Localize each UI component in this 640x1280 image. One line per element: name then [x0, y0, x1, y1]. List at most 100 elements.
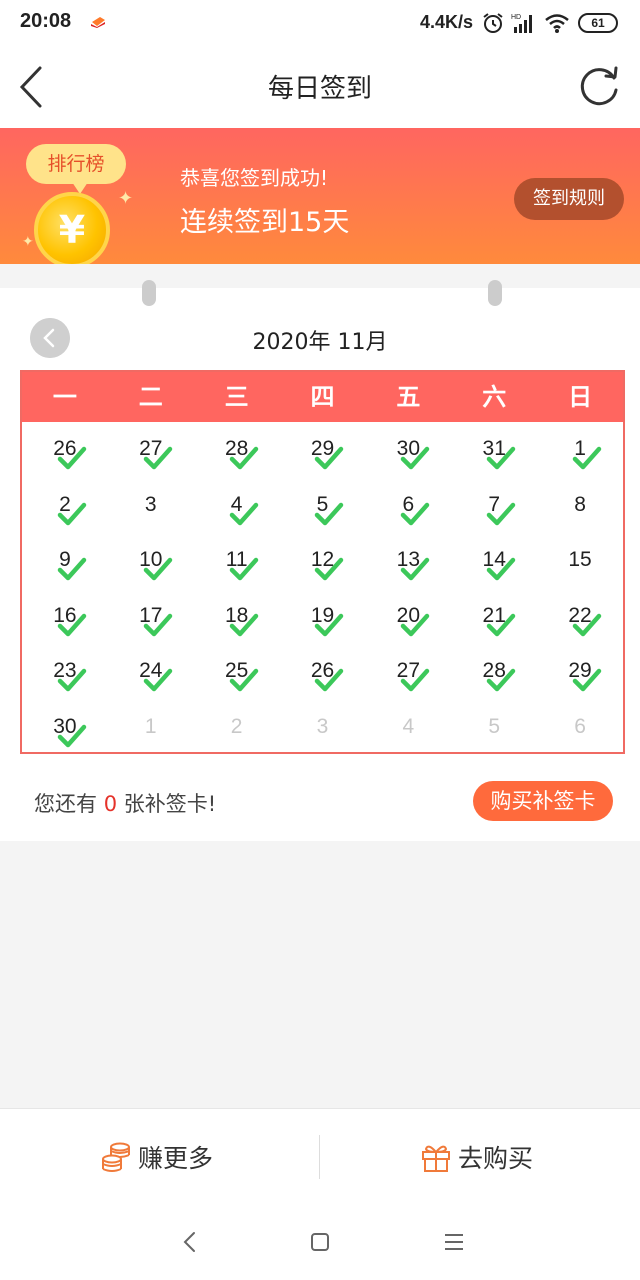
- signin-rules-button[interactable]: 签到规则: [514, 178, 624, 220]
- calendar-day[interactable]: 14: [451, 534, 537, 590]
- earn-more-button[interactable]: 赚更多: [100, 1139, 213, 1175]
- calendar-day[interactable]: 4: [194, 479, 280, 535]
- checkmark-icon: [401, 502, 430, 525]
- calendar-day[interactable]: 21: [451, 590, 537, 646]
- system-back-icon[interactable]: [176, 1228, 204, 1256]
- calendar-day[interactable]: 12: [280, 534, 366, 590]
- calendar-day[interactable]: 30: [22, 701, 108, 757]
- calendar-card: 2020年 11月 一二三四五六日 26 27 28 29 30 31 1 2 3 4 5 6 7 8 9 1…: [0, 280, 640, 841]
- checkmark-icon: [229, 613, 258, 636]
- calendar-hook: [142, 280, 156, 306]
- calendar-day[interactable]: 27: [108, 423, 194, 479]
- battery-indicator: 61: [578, 13, 618, 33]
- checkmark-icon: [401, 613, 430, 636]
- calendar-day[interactable]: 31: [451, 423, 537, 479]
- checkmark-icon: [401, 446, 430, 470]
- checkmark-icon: [572, 446, 602, 470]
- checkmark-icon: [315, 668, 344, 692]
- day-number: 1: [144, 714, 157, 738]
- calendar-day[interactable]: 26: [280, 645, 366, 701]
- calendar-day-other-month[interactable]: 2: [194, 701, 280, 757]
- day-number: 3: [316, 714, 329, 738]
- calendar-day[interactable]: 8: [537, 479, 623, 535]
- calendar-day[interactable]: 19: [280, 590, 366, 646]
- calendar-day[interactable]: 16: [22, 590, 108, 646]
- calendar-day-other-month[interactable]: 6: [537, 701, 623, 757]
- makeup-card-prefix: 您还有: [34, 792, 97, 816]
- alarm-icon: [483, 13, 503, 33]
- calendar-day[interactable]: 25: [194, 645, 280, 701]
- calendar-day[interactable]: 13: [365, 534, 451, 590]
- calendar-day[interactable]: 30: [365, 423, 451, 479]
- makeup-card-count: 0: [103, 792, 118, 816]
- signin-banner: 排行榜 ¥ ✦ ✦ 恭喜您签到成功! 连续签到15天 签到规则: [0, 128, 640, 264]
- checkmark-icon: [57, 724, 87, 747]
- day-number: 15: [568, 548, 592, 571]
- day-number: 8: [574, 492, 586, 516]
- page-title: 每日签到: [267, 74, 372, 104]
- system-nav-bar: [0, 1204, 640, 1280]
- day-number: 6: [574, 714, 586, 738]
- go-buy-button[interactable]: 去购买: [420, 1139, 533, 1175]
- calendar-day[interactable]: 29: [537, 645, 623, 701]
- go-buy-label: 去购买: [458, 1144, 534, 1173]
- refresh-icon[interactable]: [578, 64, 622, 108]
- calendar-day[interactable]: 18: [194, 590, 280, 646]
- checkmark-icon: [401, 668, 430, 692]
- calendar-day[interactable]: 11: [194, 534, 280, 590]
- coin-icon: ¥: [34, 192, 110, 264]
- calendar-day[interactable]: 23: [22, 645, 108, 701]
- network-speed: 4.4K/s: [420, 12, 474, 32]
- checkmark-icon: [229, 668, 258, 692]
- checkmark-icon: [57, 613, 87, 636]
- calendar-day[interactable]: 24: [108, 645, 194, 701]
- nav-bar: 每日签到: [0, 46, 640, 128]
- calendar-grid: 一二三四五六日 26 27 28 29 30 31 1 2 3 4 5 6 7 8 9 10 11 12 13 14 1…: [20, 370, 625, 754]
- calendar-day[interactable]: 28: [194, 423, 280, 479]
- calendar-day[interactable]: 26: [22, 423, 108, 479]
- checkmark-icon: [57, 446, 87, 470]
- calendar-day[interactable]: 6: [365, 479, 451, 535]
- calendar-day[interactable]: 3: [108, 479, 194, 535]
- checkmark-icon: [315, 557, 344, 581]
- calendar-day-other-month[interactable]: 1: [108, 701, 194, 757]
- calendar-day[interactable]: 2: [22, 479, 108, 535]
- calendar-day[interactable]: 22: [537, 590, 623, 646]
- checkmark-icon: [57, 557, 87, 581]
- calendar-day[interactable]: 5: [280, 479, 366, 535]
- status-bar: 20:08 4.4K/s HD 61: [0, 0, 640, 46]
- calendar-day[interactable]: 17: [108, 590, 194, 646]
- weekday-label: 六: [482, 383, 507, 411]
- system-menu-icon[interactable]: [440, 1228, 468, 1256]
- system-home-icon[interactable]: [306, 1228, 334, 1256]
- checkmark-icon: [401, 557, 430, 581]
- calendar-day[interactable]: 15: [537, 534, 623, 590]
- weekday-label: 三: [224, 383, 249, 411]
- calendar-day[interactable]: 1: [537, 423, 623, 479]
- calendar-hook: [488, 280, 502, 306]
- divider: [319, 1135, 320, 1179]
- calendar-day[interactable]: 29: [280, 423, 366, 479]
- checkmark-icon: [572, 613, 602, 636]
- calendar-day[interactable]: 20: [365, 590, 451, 646]
- calendar-day-other-month[interactable]: 5: [451, 701, 537, 757]
- buy-makeup-card-button[interactable]: 购买补签卡: [473, 781, 613, 821]
- gift-icon: [422, 1145, 450, 1172]
- leaderboard-button[interactable]: 排行榜: [26, 144, 126, 194]
- checkmark-icon: [143, 446, 173, 470]
- calendar-day-other-month[interactable]: 4: [365, 701, 451, 757]
- calendar-day[interactable]: 10: [108, 534, 194, 590]
- makeup-card-info: 您还有 0 张补签卡!: [34, 788, 216, 818]
- checkmark-icon: [486, 557, 516, 581]
- calendar-day[interactable]: 9: [22, 534, 108, 590]
- calendar-day-other-month[interactable]: 3: [280, 701, 366, 757]
- makeup-card-suffix: 张补签卡!: [123, 792, 217, 816]
- calendar-day[interactable]: 7: [451, 479, 537, 535]
- day-number: 5: [488, 714, 501, 738]
- calendar-day[interactable]: 28: [451, 645, 537, 701]
- checkmark-icon: [57, 668, 87, 692]
- checkmark-icon: [229, 557, 258, 581]
- day-number: 2: [230, 714, 243, 738]
- weekday-label: 一: [52, 383, 77, 411]
- calendar-day[interactable]: 27: [365, 645, 451, 701]
